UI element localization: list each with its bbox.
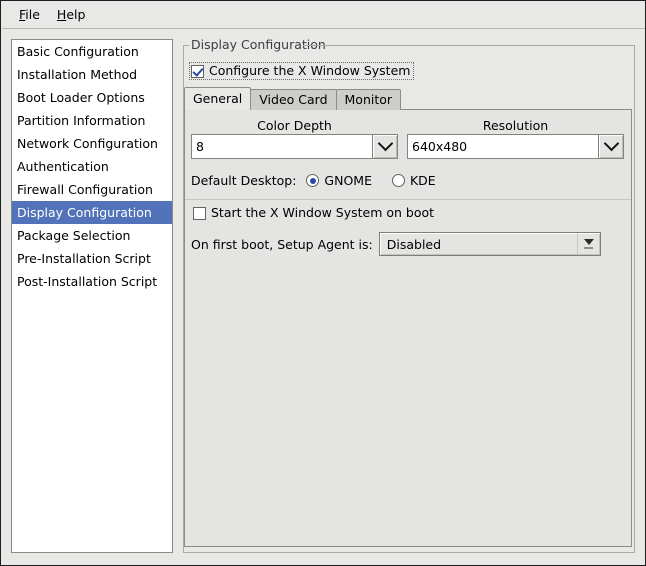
radio-unselected-icon [391,174,405,187]
setup-agent-label: On first boot, Setup Agent is: [191,236,373,252]
start-x-on-boot-label: Start the X Window System on boot [211,205,435,220]
radio-kde[interactable]: KDE [391,173,436,188]
radio-gnome-label: GNOME [324,173,372,188]
sidebar-item-basic-configuration[interactable]: Basic Configuration [12,40,172,63]
menubar: File Help [2,2,645,29]
chevron-down-icon [603,135,619,152]
color-depth-label: Color Depth [257,118,332,133]
setup-agent-value: Disabled [386,236,442,252]
setup-agent-dropdown[interactable]: Disabled [378,232,601,256]
checkbox-icon [191,64,204,78]
dropdown-arrow-button[interactable] [576,233,600,255]
sidebar-item-partition-information[interactable]: Partition Information [12,109,172,132]
sidebar-item-pre-installation-script[interactable]: Pre-Installation Script [12,247,172,270]
tab-video-card[interactable]: Video Card [250,89,337,110]
sidebar-item-network-configuration[interactable]: Network Configuration [12,132,172,155]
sidebar-item-boot-loader-options[interactable]: Boot Loader Options [12,86,172,109]
resolution-dropdown-button[interactable] [598,134,624,159]
color-depth-dropdown-button[interactable] [372,134,398,159]
tab-monitor[interactable]: Monitor [335,89,402,110]
color-depth-combobox[interactable]: 8 [191,134,398,159]
start-x-on-boot-checkbox[interactable]: Start the X Window System on boot [193,206,434,220]
default-desktop-row: Default Desktop: GNOME KDE [191,173,436,188]
triangle-down-icon [583,239,594,245]
tab-strip: General Video Card Monitor [184,87,402,110]
tab-general[interactable]: General [184,87,252,110]
radio-selected-icon [306,174,320,187]
sidebar-list[interactable]: Basic Configuration Installation Method … [11,39,173,553]
setup-agent-row: On first boot, Setup Agent is: Disabled [191,232,601,256]
separator [185,199,631,200]
menu-help-mnemonic: H [56,6,67,22]
checkbox-icon [193,206,206,220]
color-depth-value[interactable]: 8 [191,134,372,159]
menu-help[interactable]: Help [49,6,95,25]
radio-kde-label: KDE [409,173,436,188]
resolution-combobox[interactable]: 640x480 [407,134,624,159]
sidebar-item-package-selection[interactable]: Package Selection [12,224,172,247]
dropdown-underline [584,247,594,249]
sidebar-item-display-configuration[interactable]: Display Configuration [12,201,172,224]
default-desktop-label: Default Desktop: [191,173,297,188]
configure-x-window-system-checkbox[interactable]: Configure the X Window System [189,62,415,80]
resolution-label: Resolution [482,118,549,133]
group-title-rule [303,45,635,46]
configure-x-window-system-label: Configure the X Window System [209,63,411,78]
main-window: File Help Basic Configuration Installati… [0,0,646,566]
menu-file[interactable]: File [11,6,49,25]
radio-gnome[interactable]: GNOME [306,173,372,188]
menu-file-rest: ile [25,6,40,22]
menu-help-rest: elp [66,6,86,22]
resolution-value[interactable]: 640x480 [407,134,598,159]
chevron-down-icon [377,135,393,152]
sidebar-item-post-installation-script[interactable]: Post-Installation Script [12,270,172,293]
sidebar-item-firewall-configuration[interactable]: Firewall Configuration [12,178,172,201]
sidebar-item-authentication[interactable]: Authentication [12,155,172,178]
sidebar-item-installation-method[interactable]: Installation Method [12,63,172,86]
